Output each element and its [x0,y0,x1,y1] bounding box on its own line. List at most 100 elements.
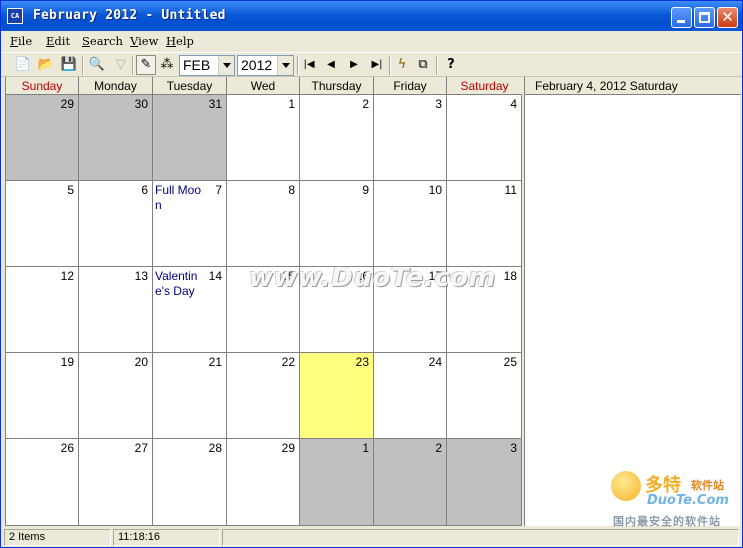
day-cell[interactable]: 7 Full Moon [153,181,227,267]
day-number: 30 [134,97,148,111]
day-cell[interactable]: 29 [227,439,300,526]
day-number: 26 [60,441,74,455]
day-header-wednesday: Wed [227,77,300,95]
menu-help[interactable]: Help [166,34,194,48]
day-cell[interactable]: 12 [6,267,79,353]
year-select[interactable]: 2012 [237,55,294,76]
day-cell[interactable]: 29 [6,95,79,181]
day-cell[interactable]: 25 [447,353,522,439]
open-icon[interactable]: 📂 [36,55,56,75]
day-number: 29 [281,441,295,455]
day-cell[interactable]: 2 [374,439,447,526]
day-number: 15 [281,269,295,283]
status-time: 11:18:16 [113,529,220,546]
day-cell[interactable]: 21 [153,353,227,439]
maximize-icon [699,12,710,23]
edit-note-icon[interactable]: ✎ [136,55,156,75]
day-cell[interactable]: 27 [79,439,153,526]
day-number: 14 [208,269,222,283]
day-header-tuesday: Tuesday [153,77,227,95]
colors-icon[interactable]: ⁂ [157,55,177,75]
day-cell[interactable]: 18 [447,267,522,353]
day-cell[interactable]: 10 [374,181,447,267]
day-cell[interactable]: 3 [447,439,522,526]
title-bar[interactable]: CA February 2012 - Untitled ✕ [1,1,742,31]
day-number: 3 [510,441,517,455]
chevron-down-icon[interactable] [277,56,293,75]
save-icon[interactable]: 💾 [59,55,79,75]
day-cell[interactable]: 3 [374,95,447,181]
day-detail-panel[interactable]: February 4, 2012 Saturday [524,77,741,526]
day-header-saturday: Saturday [460,79,509,93]
day-cell[interactable]: 1 [300,439,374,526]
menu-edit[interactable]: Edit [46,34,70,48]
day-number: 1 [362,441,369,455]
day-number: 13 [134,269,148,283]
day-number: 17 [428,269,442,283]
year-value: 2012 [241,57,273,73]
menu-search[interactable]: Search [82,34,123,48]
day-header-row: Sunday Monday Tuesday Wed Thursday Frida… [6,77,522,95]
day-number: 25 [503,355,517,369]
filter-icon[interactable]: ▽ [111,55,131,75]
day-cell[interactable]: 2 [300,95,374,181]
day-number: 22 [281,355,295,369]
day-cell[interactable]: 23 [300,353,374,439]
day-cell[interactable]: 16 [300,267,374,353]
app-icon[interactable]: CA [7,8,23,24]
status-item-count: 2 Items [4,529,111,546]
day-cell[interactable]: 15 [227,267,300,353]
day-cell[interactable]: 14 Valentine's Day [153,267,227,353]
day-cell[interactable]: 28 [153,439,227,526]
day-number: 20 [134,355,148,369]
new-icon[interactable]: 📄 [13,55,33,75]
day-cell[interactable]: 5 [6,181,79,267]
last-icon[interactable]: ▶| [367,55,387,75]
toolbar: 📄 📂 💾 🔍 ▽ ✎ ⁂ FEB 2012 |◀ ◀ ▶ ▶| ϟ ⧉ ? [1,52,742,77]
day-cell[interactable]: 26 [6,439,79,526]
day-number: 24 [428,355,442,369]
day-cell[interactable]: 20 [79,353,153,439]
help-icon[interactable]: ? [441,55,461,75]
day-cell[interactable]: 19 [6,353,79,439]
first-icon[interactable]: |◀ [299,55,319,75]
maximize-button[interactable] [694,7,715,28]
day-number: 18 [503,269,517,283]
calendar-event[interactable]: Valentine's Day [155,269,207,299]
day-number: 2 [362,97,369,111]
day-cell[interactable]: 31 [153,95,227,181]
minimize-icon [677,20,685,23]
day-number: 4 [510,97,517,111]
next-icon[interactable]: ▶ [344,55,364,75]
toolbar-separator [389,56,391,75]
day-header-monday: Monday [79,77,153,95]
chevron-down-icon[interactable] [218,56,234,75]
month-value: FEB [183,57,211,73]
day-cell[interactable]: 13 [79,267,153,353]
copy-icon[interactable]: ⧉ [413,55,433,75]
status-bar: 2 Items 11:18:16 [1,527,742,547]
day-cell[interactable]: 22 [227,353,300,439]
month-select[interactable]: FEB [179,55,235,76]
day-number: 21 [208,355,222,369]
day-number: 12 [60,269,74,283]
day-cell[interactable]: 17 [374,267,447,353]
prev-icon[interactable]: ◀ [321,55,341,75]
day-number: 29 [60,97,74,111]
day-cell[interactable]: 24 [374,353,447,439]
minimize-button[interactable] [671,7,692,28]
day-cell[interactable]: 9 [300,181,374,267]
day-cell[interactable]: 6 [79,181,153,267]
day-cell[interactable]: 8 [227,181,300,267]
day-cell[interactable]: 4 [447,95,522,181]
print-preview-icon[interactable]: 🔍 [87,55,107,75]
menu-view[interactable]: View [130,34,158,48]
app-window: CA February 2012 - Untitled ✕ File Edit … [0,0,743,548]
menu-file[interactable]: File [10,34,32,48]
lightning-icon[interactable]: ϟ [392,55,412,75]
day-cell[interactable]: 1 [227,95,300,181]
day-cell[interactable]: 30 [79,95,153,181]
day-cell[interactable]: 11 [447,181,522,267]
calendar-event[interactable]: Full Moon [155,183,207,213]
close-button[interactable]: ✕ [717,7,738,28]
